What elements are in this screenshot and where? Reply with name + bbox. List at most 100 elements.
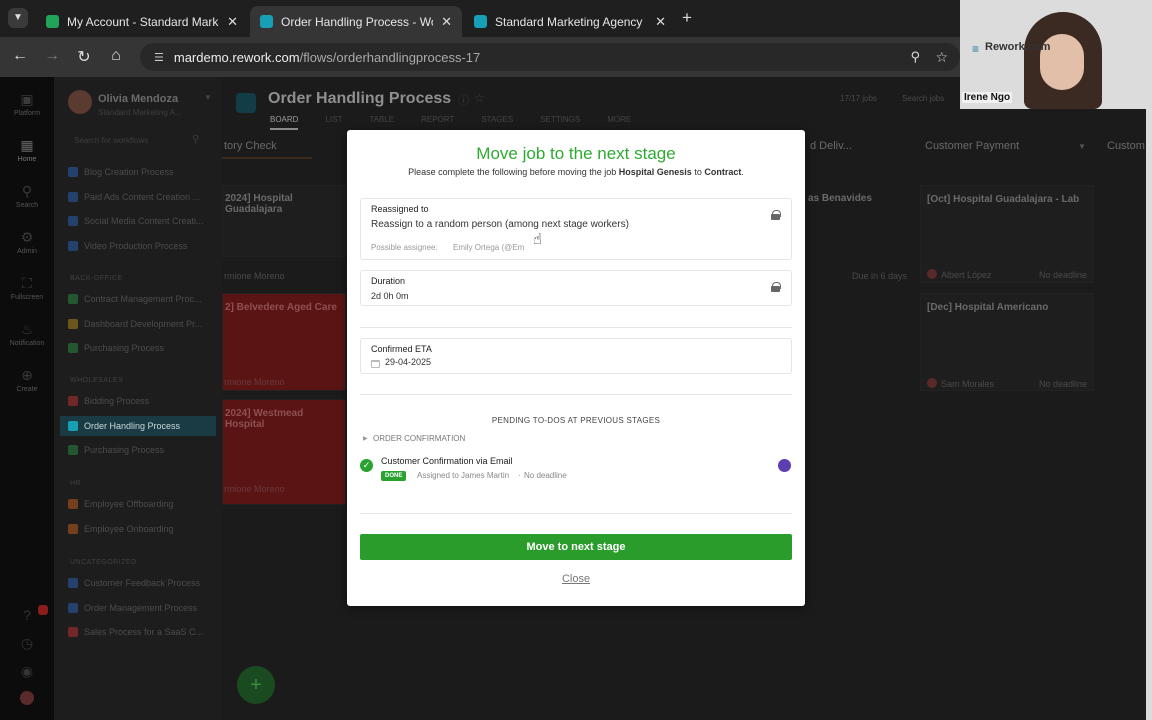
bookmark-star-icon[interactable]: ☆ [935, 49, 948, 66]
platform-icon: ▣ [20, 91, 34, 107]
field-label: Duration [371, 276, 406, 286]
job-card[interactable]: [Dec] Hospital Americano Sam Morales No … [920, 293, 1094, 391]
workflow-color-icon [68, 627, 78, 637]
tab-list[interactable]: LIST [325, 115, 342, 130]
search-jobs-input[interactable]: Search jobs [902, 94, 944, 103]
reassign-value: Reassign to a random person (among next … [371, 219, 629, 230]
workflow-color-icon [68, 445, 78, 455]
sidebar-workflow-item[interactable]: Purchasing Process [60, 338, 216, 358]
zoom-search-icon[interactable]: ⚲ [910, 49, 920, 65]
rail-notification[interactable]: ♨ Notification [0, 321, 54, 347]
job-card[interactable]: 2024] Hospital Guadalajara [222, 185, 346, 257]
close-tab-icon[interactable]: ✕ [227, 14, 238, 30]
rail-home[interactable]: ▦ Home [0, 137, 54, 163]
info-icon[interactable]: ⓘ [458, 92, 469, 108]
confirmed-eta-field[interactable]: Confirmed ETA 29-04-2025 [360, 338, 792, 374]
workflow-search-input[interactable]: Search for workflows [74, 136, 148, 145]
tab-report[interactable]: REPORT [421, 115, 454, 130]
job-card-title: 2] Belvedere Aged Care [225, 302, 337, 313]
sidebar-group-title: WHOLESALES [70, 377, 124, 384]
column-header: Customer Payment [925, 140, 1020, 152]
tab-search-chevron-icon[interactable]: ▼ [8, 8, 28, 28]
section-expand-icon[interactable]: ▶ [363, 435, 368, 442]
rail-platform[interactable]: ▣ Platform [0, 91, 54, 117]
chevron-down-icon[interactable]: ▼ [1078, 142, 1086, 151]
sidebar-workflow-item[interactable]: Dashboard Development Pr... [60, 314, 216, 334]
sidebar-workflow-item[interactable]: Social Media Content Creati... [60, 211, 216, 231]
close-tab-icon[interactable]: ✕ [655, 14, 666, 30]
possible-assignee-value: Emily Ortega (@Em [453, 243, 525, 252]
workflow-color-icon [68, 216, 78, 226]
settings-icon[interactable]: ◉ [0, 663, 54, 682]
close-button[interactable]: Close [347, 573, 805, 585]
pending-todos-title: PENDING TO-DOS AT PREVIOUS STAGES [491, 416, 661, 425]
workflow-color-icon [68, 396, 78, 406]
sidebar-workflow-item[interactable]: Employee Onboarding [60, 519, 216, 539]
tab-more[interactable]: MORE [607, 115, 631, 130]
history-icon[interactable]: ◷ [0, 635, 54, 654]
job-card[interactable]: [Oct] Hospital Guadalajara - Lab Albert … [920, 185, 1094, 283]
sidebar-workflow-item[interactable]: Purchasing Process [60, 440, 216, 460]
address-bar[interactable]: ☰ mardemo.rework.com/flows/orderhandling… [140, 43, 960, 71]
user-avatar[interactable] [20, 691, 34, 705]
column-header: Custom [1107, 140, 1145, 152]
tab-board[interactable]: BOARD [270, 115, 299, 130]
move-to-next-stage-button[interactable]: Move to next stage [360, 534, 792, 560]
job-card-title: [Dec] Hospital Americano [927, 302, 1049, 313]
user-avatar[interactable] [68, 90, 92, 114]
sidebar-workflow-item[interactable]: Video Production Process [60, 236, 216, 256]
section-title[interactable]: ORDER CONFIRMATION [373, 434, 465, 443]
sidebar-workflow-item[interactable]: Customer Feedback Process [60, 573, 216, 593]
sidebar-item-label: Employee Offboarding [84, 499, 174, 509]
rail-label: Search [15, 202, 39, 209]
todo-item[interactable]: ✓ Customer Confirmation via Email DONE A… [360, 454, 792, 484]
rework-logo-icon: ≡ [972, 42, 980, 56]
back-arrow-icon[interactable]: ← [10, 47, 30, 65]
rework-favicon-icon [474, 15, 487, 28]
hand-cursor-icon: ☝ [533, 231, 543, 248]
rail-fullscreen[interactable]: ⛶ Fullscreen [0, 275, 54, 301]
avatar [927, 269, 937, 279]
browser-tab-order-handling[interactable]: Order Handling Process - Work ✕ [250, 6, 462, 37]
sidebar-workflow-item[interactable]: Sales Process for a SaaS C... [60, 622, 216, 642]
workflow-color-icon [68, 240, 78, 251]
rail-search[interactable]: ⚲ Search [0, 183, 54, 209]
plus-circle-icon: ⊕ [21, 367, 33, 383]
tab-settings[interactable]: SETTINGS [540, 115, 580, 130]
card-owner: rmione Moreno [224, 484, 285, 494]
sidebar-workflow-item[interactable]: Bidding Process [60, 391, 216, 411]
sidebar-item-label: Social Media Content Creati... [84, 216, 204, 226]
sidebar-workflow-item[interactable]: Paid Ads Content Creation ... [60, 187, 216, 207]
tab-stages[interactable]: STAGES [481, 115, 513, 130]
job-card-title: 2024] Westmead Hospital [225, 408, 304, 430]
rail-admin[interactable]: ⚙ Admin [0, 229, 54, 255]
new-tab-plus-icon[interactable]: + [682, 8, 692, 28]
page-scrollbar[interactable] [1146, 77, 1152, 720]
app-rail: ▣ Platform ▦ Home ⚲ Search ⚙ Admin ⛶ Fullscre… [0, 77, 54, 720]
favorite-star-icon[interactable]: ☆ [474, 91, 485, 105]
close-tab-icon[interactable]: ✕ [441, 14, 452, 30]
tab-table[interactable]: TABLE [369, 115, 394, 130]
lock-icon [771, 282, 781, 292]
add-job-button[interactable]: + [237, 666, 275, 704]
rail-create[interactable]: ⊕ Create [0, 367, 54, 393]
sidebar-workflow-item[interactable]: Contract Management Proc... [60, 289, 216, 309]
divider [360, 394, 792, 395]
sidebar-workflow-item[interactable]: Blog Creation Process [60, 162, 216, 182]
home-icon[interactable]: ⌂ [106, 47, 126, 65]
jobs-count: 17/17 jobs [840, 94, 877, 103]
tab-title: Standard Marketing Agency [495, 14, 643, 29]
workflow-sidebar: Olivia Mendoza Standard Marketing A... ▼… [54, 77, 222, 720]
lock-icon [771, 210, 781, 220]
browser-tab-my-account[interactable]: My Account - Standard Marketi ✕ [36, 6, 248, 37]
site-info-icon[interactable]: ☰ [154, 51, 164, 64]
sidebar-group-title: BACK-OFFICE [70, 275, 123, 282]
sidebar-workflow-item[interactable]: Order Handling Process [60, 415, 216, 436]
browser-tab-standard-marketing[interactable]: Standard Marketing Agency ✕ [464, 6, 676, 37]
forward-arrow-icon[interactable]: → [42, 47, 62, 65]
sidebar-workflow-item[interactable]: Employee Offboarding [60, 494, 216, 514]
presenter-name: Irene Ngo [962, 92, 1013, 103]
reload-icon[interactable]: ↻ [74, 47, 94, 67]
chevron-down-icon[interactable]: ▼ [204, 93, 212, 102]
sidebar-workflow-item[interactable]: Order Management Process [60, 598, 216, 618]
